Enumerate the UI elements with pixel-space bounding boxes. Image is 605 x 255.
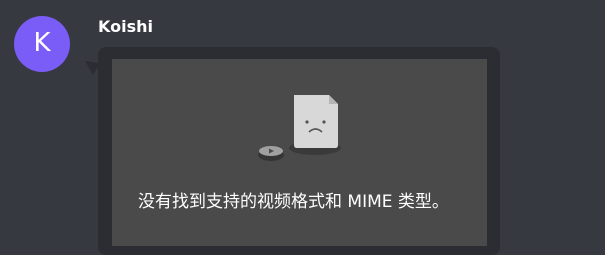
eye-right [322, 120, 326, 124]
broken-video-file-icon [258, 95, 341, 161]
eye-left [305, 120, 309, 124]
file-fold [329, 95, 338, 104]
avatar[interactable]: K [14, 16, 70, 72]
chat-message: K Koishi 没有找到支持的视频格式和 MIME 类型。 [0, 0, 605, 255]
avatar-initial: K [33, 28, 51, 58]
video-error-message: 没有找到支持的视频格式和 MIME 类型。 [138, 192, 449, 212]
message-author[interactable]: Koishi [98, 16, 153, 38]
